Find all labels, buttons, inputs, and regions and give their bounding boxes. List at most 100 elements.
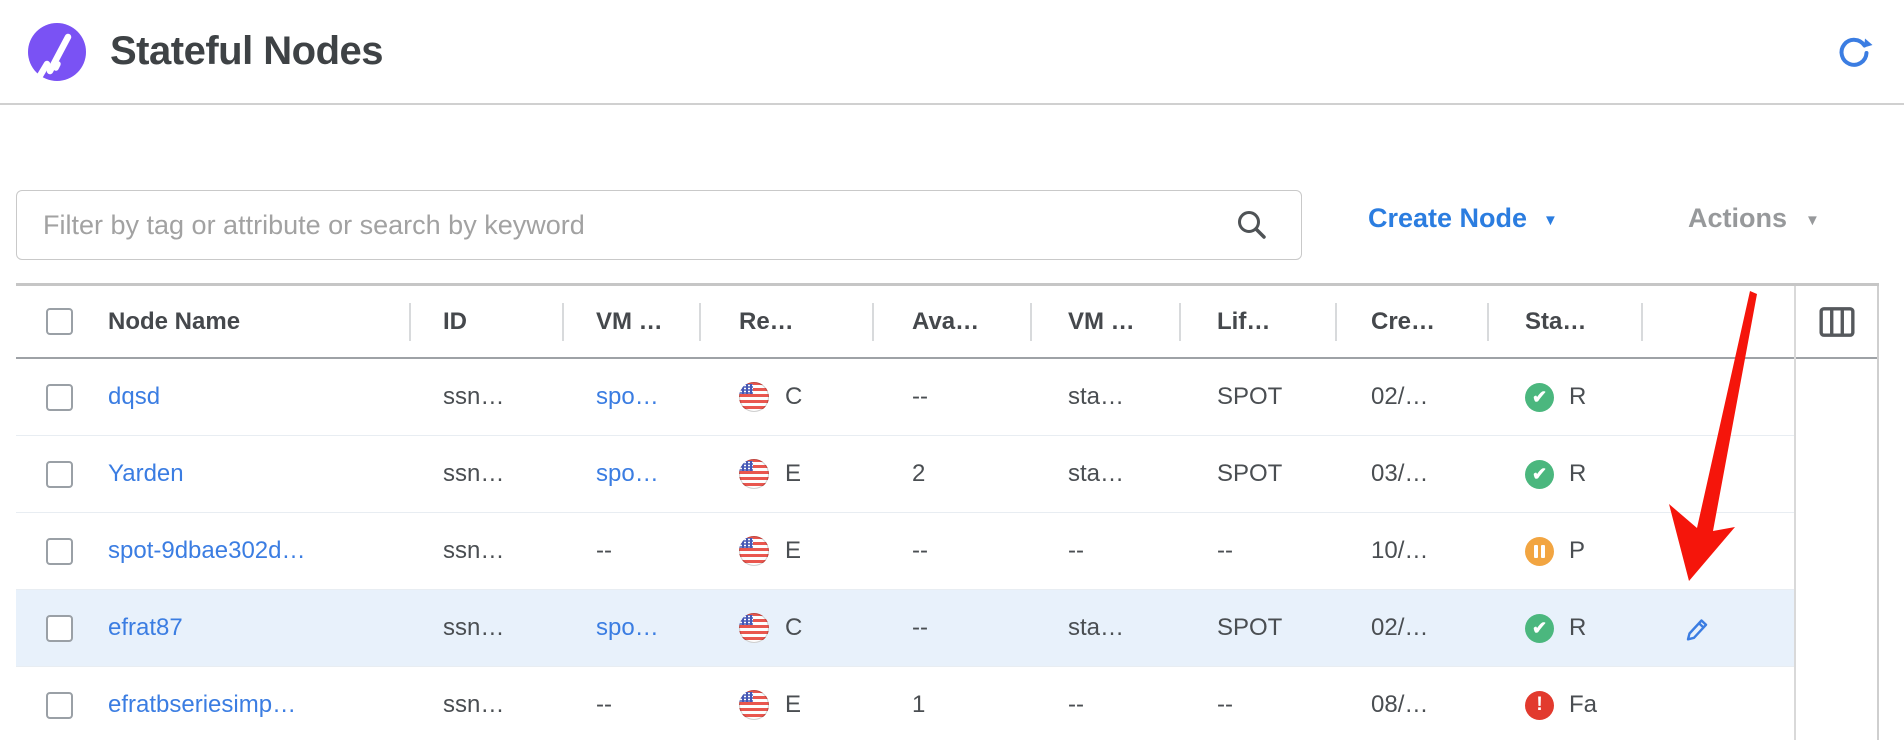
row-checkbox[interactable] (46, 615, 73, 642)
col-header-availability[interactable]: Ava… (872, 286, 1030, 357)
row-checkbox[interactable] (46, 692, 73, 719)
row-checkbox[interactable] (46, 461, 73, 488)
created-cell: 08/… (1335, 667, 1487, 740)
row-checkbox[interactable] (46, 384, 73, 411)
vm-status-cell: -- (1030, 667, 1179, 740)
created-cell: 02/… (1335, 359, 1487, 435)
table-row[interactable]: dqsd ssn… spo… C -- sta… SPOT 02/… ✔ R (16, 359, 1794, 436)
vm-cell: spo… (562, 436, 699, 512)
column-picker-cell (1796, 286, 1877, 359)
status-cell: ! Fa (1487, 667, 1641, 740)
table-row[interactable]: efrat87 ssn… spo… C -- sta… SPOT 02/… ✔ … (16, 590, 1794, 667)
edit-pencil-icon[interactable] (1683, 613, 1713, 643)
col-header-vm[interactable]: VM … (562, 286, 699, 357)
status-icon: ✔ (1525, 614, 1554, 643)
vm-status-cell: sta… (1030, 436, 1179, 512)
spot-logo-icon (28, 23, 86, 81)
table-row[interactable]: efratbseriesimp… ssn… -- E 1 -- -- 08/… … (16, 667, 1794, 740)
col-header-id[interactable]: ID (409, 286, 562, 357)
row-select-cell (16, 513, 92, 589)
row-actions-cell (1641, 513, 1794, 589)
filter-input[interactable] (16, 190, 1302, 260)
row-select-cell (16, 590, 92, 666)
region-label: E (785, 691, 801, 719)
region-label: E (785, 460, 801, 488)
create-node-button[interactable]: Create Node ▼ (1368, 203, 1558, 234)
row-actions-cell (1641, 359, 1794, 435)
vm-status-cell: sta… (1030, 590, 1179, 666)
node-name-link[interactable]: efrat87 (92, 590, 409, 666)
created-cell: 02/… (1335, 590, 1487, 666)
node-id-cell: ssn… (409, 359, 562, 435)
search-icon[interactable] (1234, 207, 1270, 243)
status-label: R (1569, 614, 1586, 642)
region-cell: E (699, 513, 872, 589)
page-title: Stateful Nodes (110, 29, 383, 74)
status-cell: P (1487, 513, 1641, 589)
table-header-row: Node Name ID VM … Re… Ava… VM … Lif… Cre… (16, 286, 1794, 359)
node-name-link[interactable]: Yarden (92, 436, 409, 512)
row-select-cell (16, 667, 92, 740)
status-icon: ! (1525, 691, 1554, 720)
col-header-vm-status[interactable]: VM … (1030, 286, 1179, 357)
filter-field (16, 190, 1302, 260)
status-cell: ✔ R (1487, 359, 1641, 435)
stateful-nodes-page: Stateful Nodes Create Node ▼ Actions ▼ (0, 0, 1904, 740)
actions-button[interactable]: Actions ▼ (1688, 203, 1820, 234)
status-icon (1525, 537, 1554, 566)
lifecycle-cell: SPOT (1179, 359, 1335, 435)
lifecycle-cell: SPOT (1179, 436, 1335, 512)
toolbar: Create Node ▼ Actions ▼ (0, 105, 1904, 283)
node-name-link[interactable]: spot-9dbae302d… (92, 513, 409, 589)
select-all-cell (16, 286, 92, 357)
vm-status-cell: -- (1030, 513, 1179, 589)
node-id-cell: ssn… (409, 590, 562, 666)
availability-cell: -- (872, 359, 1030, 435)
region-cell: E (699, 667, 872, 740)
availability-cell: -- (872, 513, 1030, 589)
status-icon: ✔ (1525, 383, 1554, 412)
select-all-checkbox[interactable] (46, 308, 73, 335)
node-name-link[interactable]: dqsd (92, 359, 409, 435)
vm-cell: spo… (562, 359, 699, 435)
lifecycle-cell: -- (1179, 513, 1335, 589)
col-header-actions (1641, 286, 1794, 357)
availability-cell: 2 (872, 436, 1030, 512)
status-cell: ✔ R (1487, 436, 1641, 512)
availability-cell: -- (872, 590, 1030, 666)
created-cell: 10/… (1335, 513, 1487, 589)
refresh-button[interactable] (1832, 30, 1876, 74)
vm-status-cell: sta… (1030, 359, 1179, 435)
col-header-lifecycle[interactable]: Lif… (1179, 286, 1335, 357)
table-row[interactable]: spot-9dbae302d… ssn… -- E -- -- -- 10/… … (16, 513, 1794, 590)
status-cell: ✔ R (1487, 590, 1641, 666)
status-label: P (1569, 537, 1585, 565)
region-cell: C (699, 590, 872, 666)
us-flag-icon (739, 613, 769, 643)
region-cell: E (699, 436, 872, 512)
col-header-created[interactable]: Cre… (1335, 286, 1487, 357)
col-header-node-name[interactable]: Node Name (92, 286, 409, 357)
app-header: Stateful Nodes (0, 0, 1904, 105)
row-checkbox[interactable] (46, 538, 73, 565)
pause-glyph (1534, 545, 1538, 558)
col-header-region[interactable]: Re… (699, 286, 872, 357)
status-label: R (1569, 383, 1586, 411)
row-select-cell (16, 436, 92, 512)
col-header-status[interactable]: Sta… (1487, 286, 1641, 357)
availability-cell: 1 (872, 667, 1030, 740)
row-select-cell (16, 359, 92, 435)
vm-cell: spo… (562, 590, 699, 666)
table-row[interactable]: Yarden ssn… spo… E 2 sta… SPOT 03/… ✔ R (16, 436, 1794, 513)
table-side-column (1794, 286, 1879, 740)
vm-cell: -- (562, 513, 699, 589)
column-picker-icon[interactable] (1818, 303, 1856, 341)
node-id-cell: ssn… (409, 513, 562, 589)
actions-label: Actions (1688, 203, 1787, 234)
lifecycle-cell: SPOT (1179, 590, 1335, 666)
refresh-icon (1834, 32, 1874, 72)
node-name-link[interactable]: efratbseriesimp… (92, 667, 409, 740)
row-actions-cell (1641, 590, 1794, 666)
create-node-label: Create Node (1368, 203, 1527, 234)
us-flag-icon (739, 382, 769, 412)
